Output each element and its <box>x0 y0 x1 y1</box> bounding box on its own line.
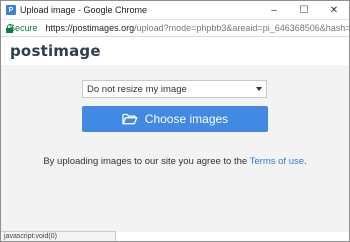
chevron-down-icon <box>256 87 262 91</box>
url-host[interactable]: https://postimages.org <box>46 23 135 33</box>
status-bar: javascript:void(0) <box>1 231 116 241</box>
terms-notice-text: By uploading images to our site you agre… <box>43 156 250 167</box>
address-bar[interactable]: Secure https://postimages.org /upload?mo… <box>1 19 349 37</box>
terms-notice-end: . <box>304 156 307 167</box>
terms-notice: By uploading images to our site you agre… <box>1 156 349 167</box>
app-icon: P <box>6 5 16 15</box>
maximize-button[interactable]: ☐ <box>289 1 319 19</box>
resize-select-value: Do not resize my image <box>87 83 187 95</box>
secure-label[interactable]: Secure <box>9 23 38 33</box>
terms-of-use-link[interactable]: Terms of use <box>250 156 304 167</box>
title-bar: P Upload image - Google Chrome – ☐ ✕ <box>1 1 349 19</box>
url-path[interactable]: /upload?mode=phpbb3&areaid=pi_646368506&… <box>134 23 349 33</box>
choose-images-label: Choose images <box>144 112 229 126</box>
site-header: postimage <box>1 37 349 66</box>
upload-panel: Do not resize my image Choose images By … <box>1 65 349 232</box>
window-title: Upload image - Google Chrome <box>20 5 148 15</box>
resize-select[interactable]: Do not resize my image <box>82 80 267 98</box>
site-logo[interactable]: postimage <box>10 42 101 60</box>
minimize-button[interactable]: – <box>259 1 289 19</box>
choose-images-button[interactable]: Choose images <box>82 106 268 132</box>
folder-open-icon <box>122 113 138 125</box>
close-button[interactable]: ✕ <box>319 1 349 19</box>
browser-window: P Upload image - Google Chrome – ☐ ✕ Sec… <box>0 0 350 242</box>
